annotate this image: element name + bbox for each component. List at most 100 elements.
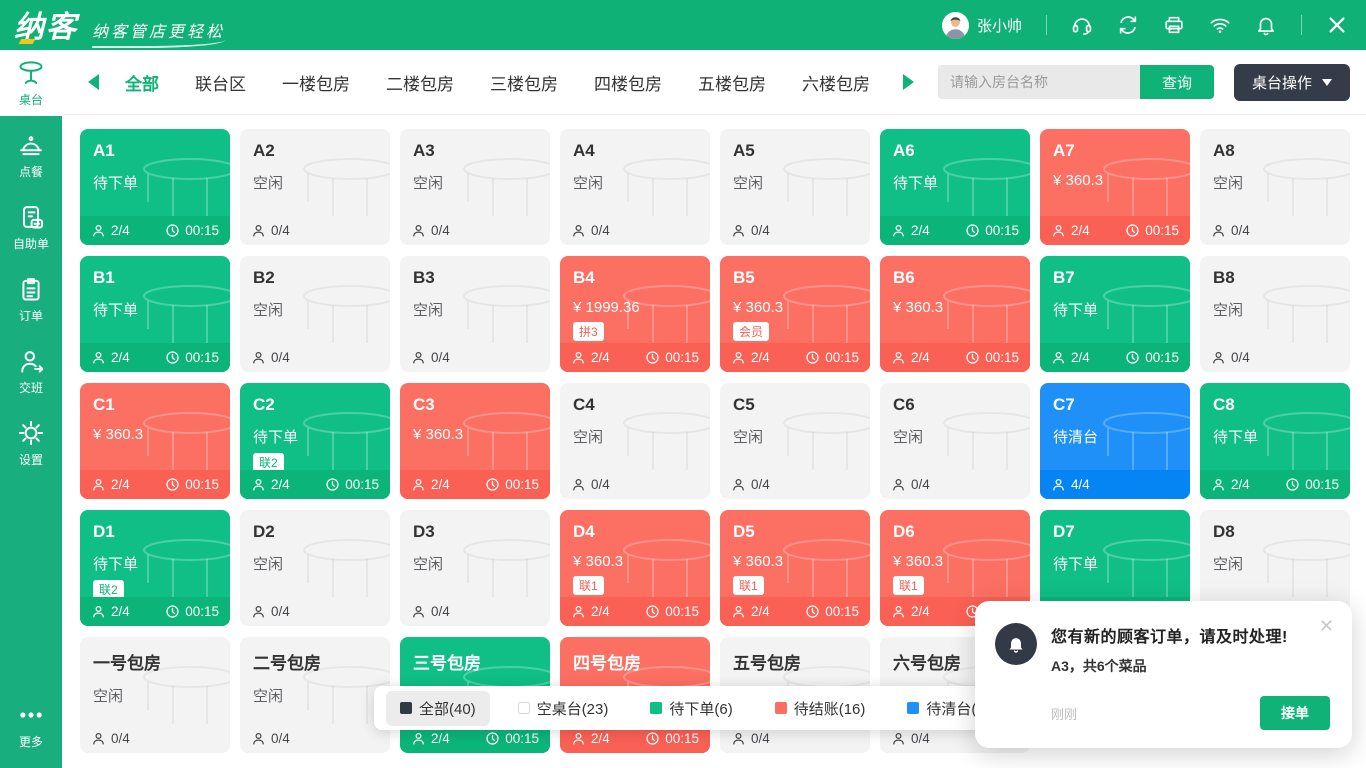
close-icon[interactable] <box>1326 14 1348 36</box>
table-card[interactable]: A7¥ 360.3 2/400:15 <box>1040 129 1190 245</box>
table-card[interactable]: B3空闲 0/4 <box>400 256 550 372</box>
area-tab[interactable]: 一楼包房 <box>282 70 350 95</box>
timer: 00:15 <box>805 350 859 365</box>
table-card-footer: 2/400:15 <box>560 343 710 372</box>
area-tab[interactable]: 五楼包房 <box>698 70 766 95</box>
timer: 00:15 <box>165 604 219 619</box>
table-card[interactable]: B5¥ 360.3会员 2/400:15 <box>720 256 870 372</box>
toast-title: 您有新的顾客订单，请及时处理! <box>1051 623 1330 647</box>
table-card[interactable]: B1待下单 2/400:15 <box>80 256 230 372</box>
occupancy: 0/4 <box>91 731 130 746</box>
table-card[interactable]: D2空闲 0/4 <box>240 510 390 626</box>
legend-filter[interactable]: 空桌台(23) <box>504 691 623 726</box>
tabs-scroll-right-icon[interactable] <box>903 74 914 90</box>
area-tab[interactable]: 联台区 <box>195 70 246 95</box>
table-card[interactable]: 一号包房空闲 0/4 <box>80 637 230 753</box>
table-card[interactable]: C2待下单联2 2/400:15 <box>240 383 390 499</box>
table-card[interactable]: B8空闲 0/4 <box>1200 256 1350 372</box>
legend-filter[interactable]: 待结账(16) <box>761 691 880 726</box>
area-tab[interactable]: 三楼包房 <box>490 70 558 95</box>
wifi-icon[interactable] <box>1209 14 1231 36</box>
legend-filter[interactable]: 全部(40) <box>386 691 490 726</box>
area-tab[interactable]: 二楼包房 <box>386 70 454 95</box>
sync-icon[interactable] <box>1117 14 1139 36</box>
timer: 00:15 <box>485 477 539 492</box>
search-button[interactable]: 查询 <box>1140 65 1214 99</box>
pos-app: 纳客 纳客管店更轻松 张小帅 <box>0 0 1366 768</box>
table-card-footer: 2/400:15 <box>1040 343 1190 372</box>
table-badge: 拼3 <box>573 322 604 341</box>
table-card[interactable]: C6空闲 0/4 <box>880 383 1030 499</box>
area-tab[interactable]: 全部 <box>125 70 159 95</box>
toast-bell-icon <box>995 623 1037 665</box>
sidebar-item-cloche[interactable]: 点餐 <box>0 122 62 188</box>
table-operations-button[interactable]: 桌台操作 <box>1234 64 1350 101</box>
gear-icon <box>17 419 45 447</box>
sidebar-item-gear[interactable]: 设置 <box>0 410 62 476</box>
search-input[interactable] <box>938 65 1140 99</box>
table-card[interactable]: A6待下单 2/400:15 <box>880 129 1030 245</box>
table-card[interactable]: D5¥ 360.3联1 2/400:15 <box>720 510 870 626</box>
timer: 00:15 <box>165 223 219 238</box>
divider <box>1301 15 1302 35</box>
table-card[interactable]: C7待清台 4/4 <box>1040 383 1190 499</box>
table-card[interactable]: D3空闲 0/4 <box>400 510 550 626</box>
sidebar-item-shift[interactable]: 交班 <box>0 338 62 404</box>
table-card[interactable]: C5空闲 0/4 <box>720 383 870 499</box>
sidebar-item-table[interactable]: 桌台 <box>0 50 62 116</box>
table-card-footer: 2/400:15 <box>400 470 550 499</box>
occupancy: 0/4 <box>891 477 930 492</box>
table-card[interactable]: A3空闲 0/4 <box>400 129 550 245</box>
table-card[interactable]: B6¥ 360.3 2/400:15 <box>880 256 1030 372</box>
occupancy: 0/4 <box>1211 223 1250 238</box>
tabs-scroll-left-icon[interactable] <box>88 74 99 90</box>
table-card[interactable]: A8空闲 0/4 <box>1200 129 1350 245</box>
table-card[interactable]: B7待下单 2/400:15 <box>1040 256 1190 372</box>
divider <box>1046 15 1047 35</box>
table-card[interactable]: D1待下单联2 2/400:15 <box>80 510 230 626</box>
sidebar-item-receipt[interactable]: 自助单 <box>0 194 62 260</box>
table-card-footer: 2/400:15 <box>1040 216 1190 245</box>
table-art <box>620 538 710 600</box>
table-card[interactable]: A4空闲 0/4 <box>560 129 710 245</box>
timer: 00:15 <box>805 604 859 619</box>
sidebar-item-clipboard[interactable]: 订单 <box>0 266 62 332</box>
bell-icon[interactable] <box>1255 14 1277 36</box>
user-account[interactable]: 张小帅 <box>942 12 1022 39</box>
table-card[interactable]: C1¥ 360.3 2/400:15 <box>80 383 230 499</box>
brand-slogan: 纳客管店更轻松 <box>92 18 225 48</box>
sidebar-item-more[interactable]: 更多 <box>0 692 62 758</box>
area-tab[interactable]: 六楼包房 <box>802 70 870 95</box>
legend-swatch <box>518 702 530 714</box>
table-art <box>140 157 230 219</box>
accept-order-button[interactable]: 接单 <box>1260 696 1330 730</box>
table-card[interactable]: 二号包房空闲 0/4 <box>240 637 390 753</box>
table-card[interactable]: A1待下单 2/400:15 <box>80 129 230 245</box>
table-card[interactable]: B4¥ 1999.36拼3 2/400:15 <box>560 256 710 372</box>
table-card[interactable]: B2空闲 0/4 <box>240 256 390 372</box>
table-card[interactable]: A5空闲 0/4 <box>720 129 870 245</box>
printer-icon[interactable] <box>1163 14 1185 36</box>
table-art <box>460 284 550 346</box>
occupancy: 0/4 <box>251 731 290 746</box>
table-card[interactable]: A2空闲 0/4 <box>240 129 390 245</box>
table-art <box>1260 284 1350 346</box>
timer: 00:15 <box>485 731 539 746</box>
legend-filter[interactable]: 待下单(6) <box>636 691 746 726</box>
headset-icon[interactable] <box>1071 14 1093 36</box>
occupancy: 2/4 <box>571 731 610 746</box>
occupancy: 2/4 <box>731 604 770 619</box>
table-card-footer: 0/4 <box>240 597 390 626</box>
toast-close-icon[interactable]: ✕ <box>1319 617 1334 635</box>
table-card-footer: 0/4 <box>240 216 390 245</box>
table-art <box>940 538 1030 600</box>
area-tab[interactable]: 四楼包房 <box>594 70 662 95</box>
table-art <box>780 157 870 219</box>
table-card[interactable]: C3¥ 360.3 2/400:15 <box>400 383 550 499</box>
table-card[interactable]: D4¥ 360.3联1 2/400:15 <box>560 510 710 626</box>
table-card[interactable]: C4空闲 0/4 <box>560 383 710 499</box>
table-art <box>940 284 1030 346</box>
table-badge: 联1 <box>733 576 764 595</box>
table-badge: 会员 <box>733 322 769 341</box>
table-card[interactable]: C8待下单 2/400:15 <box>1200 383 1350 499</box>
